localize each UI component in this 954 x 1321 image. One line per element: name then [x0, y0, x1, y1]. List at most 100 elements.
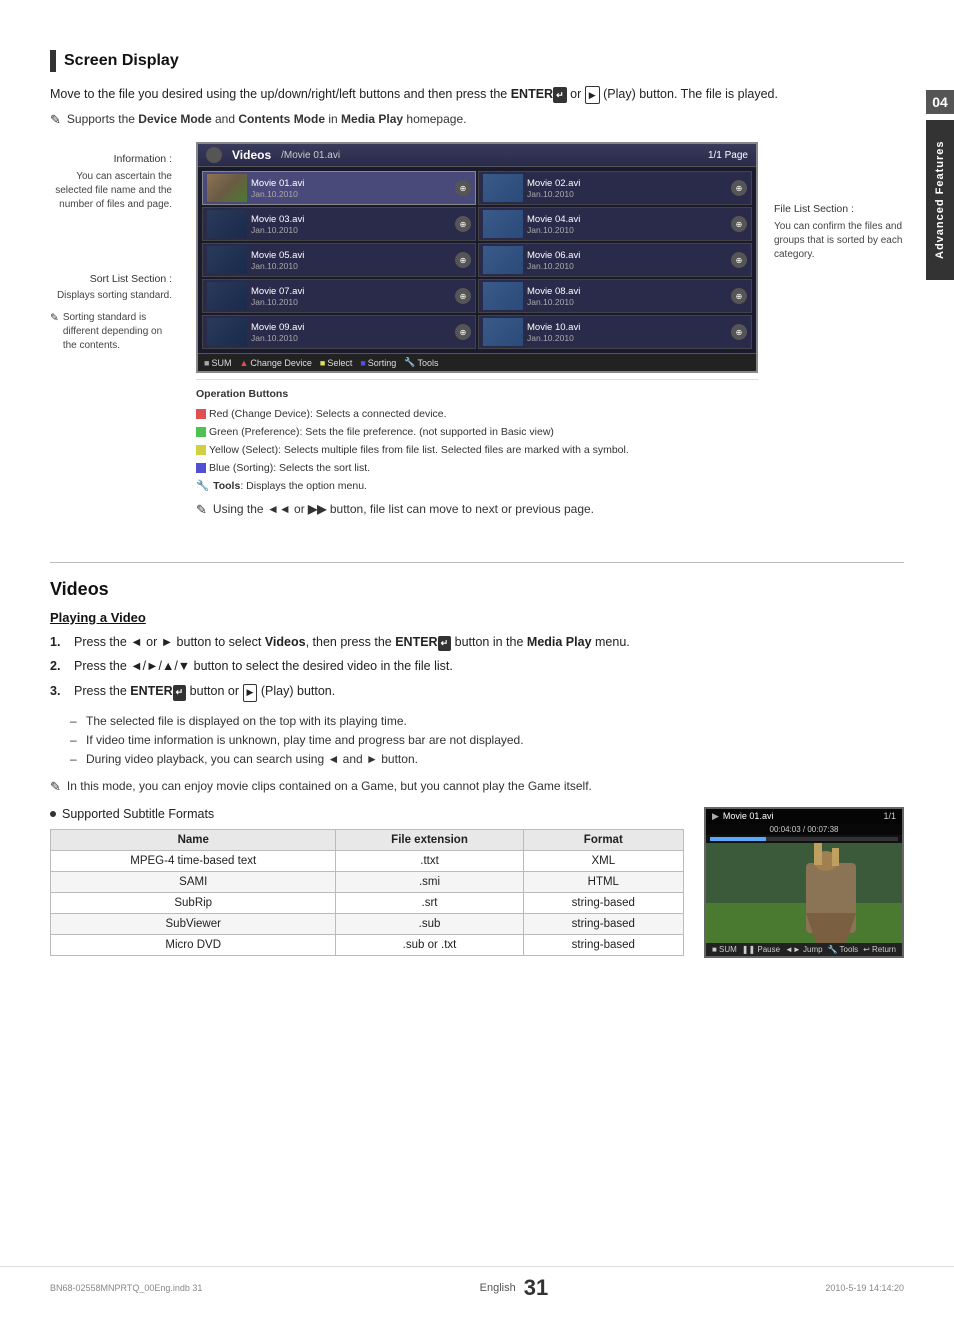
vb-sort-icon: ⊕ [455, 324, 471, 340]
vb-item-date: Jan.10.2010 [251, 261, 451, 271]
supports-note: ✎ Supports the Device Mode and Contents … [50, 112, 904, 128]
vb-item-name: Movie 01.avi [251, 178, 451, 189]
vp-return: ↩ Return [863, 945, 896, 954]
sort-desc: Displays sorting standard. [50, 289, 172, 303]
vb-item-date: Jan.10.2010 [251, 225, 451, 235]
bullet-2: If video time information is unknown, pl… [70, 731, 904, 750]
file-list-label-block: File List Section : You can confirm the … [774, 202, 904, 262]
cell: .ttxt [336, 850, 523, 871]
intro-paragraph: Move to the file you desired using the u… [50, 84, 904, 104]
vb-item-date: Jan.10.2010 [527, 225, 727, 235]
info-label-block: Information : You can ascertain the sele… [50, 152, 180, 212]
vb-footer: ■ SUM ▲ Change Device ■ Select ■ Sorting [198, 353, 756, 371]
vb-item-date: Jan.10.2010 [527, 297, 727, 307]
vb-item-name: Movie 10.avi [527, 322, 727, 333]
vb-sort-icon: ⊕ [455, 216, 471, 232]
vb-item-info: Movie 04.avi Jan.10.2010 [527, 214, 727, 235]
vp-time-display: 00:04:03 / 00:07:38 [706, 824, 902, 835]
vb-item[interactable]: Movie 01.avi Jan.10.2010 ⊕ [202, 171, 476, 205]
vb-header: Videos /Movie 01.avi 1/1 Page [198, 144, 756, 167]
cell: SubRip [51, 892, 336, 913]
step-2: 2. Press the ◄/►/▲/▼ button to select th… [50, 657, 904, 676]
vb-item[interactable]: Movie 10.avi Jan.10.2010 ⊕ [478, 315, 752, 349]
cell: Micro DVD [51, 934, 336, 955]
note-icon-3: ✎ [50, 777, 61, 797]
vb-item-info: Movie 03.avi Jan.10.2010 [251, 214, 451, 235]
screen-display-heading: Screen Display [50, 50, 904, 72]
cell: SubViewer [51, 913, 336, 934]
vb-item-name: Movie 06.avi [527, 250, 727, 261]
vb-item-info: Movie 06.avi Jan.10.2010 [527, 250, 727, 271]
vb-footer-tools[interactable]: 🔧 Tools [404, 357, 438, 368]
vb-item[interactable]: Movie 04.avi Jan.10.2010 ⊕ [478, 207, 752, 241]
vb-thumb [483, 318, 523, 346]
vb-item-info: Movie 01.avi Jan.10.2010 [251, 178, 451, 199]
green-square [196, 427, 206, 437]
vb-footer-change[interactable]: ▲ Change Device [239, 357, 311, 368]
op-blue: Blue (Sorting): Selects the sort list. [196, 460, 758, 478]
vb-item-info: Movie 07.avi Jan.10.2010 [251, 286, 451, 307]
vb-thumb [207, 174, 247, 202]
bullet-list: The selected file is displayed on the to… [70, 712, 904, 770]
vb-thumb [483, 246, 523, 274]
footer-file: BN68-02558MNPRTQ_00Eng.indb 31 [50, 1283, 202, 1293]
cell: MPEG-4 time-based text [51, 850, 336, 871]
cell: XML [523, 850, 683, 871]
cell: SAMI [51, 871, 336, 892]
vb-header-icon [206, 147, 222, 163]
vb-footer-select[interactable]: ■ Select [320, 357, 352, 368]
step-3: 3. Press the ENTER↵ button or ▶ (Play) b… [50, 682, 904, 702]
blue-square [196, 463, 206, 473]
vb-footer-sorting[interactable]: ■ Sorting [360, 357, 396, 368]
vb-item-name: Movie 09.avi [251, 322, 451, 333]
vb-item[interactable]: Movie 07.avi Jan.10.2010 ⊕ [202, 279, 476, 313]
op-red: Red (Change Device): Selects a connected… [196, 406, 758, 424]
vb-item[interactable]: Movie 02.avi Jan.10.2010 ⊕ [478, 171, 752, 205]
section-divider [50, 562, 904, 563]
subtitle-heading: Supported Subtitle Formats [50, 807, 684, 821]
vb-item-name: Movie 07.avi [251, 286, 451, 297]
vp-pause: ❚❚ Pause [742, 945, 780, 954]
vb-sort-icon: ⊕ [731, 252, 747, 268]
diagram-area: Information : You can ascertain the sele… [50, 142, 904, 541]
footer-right: English 31 [480, 1275, 549, 1301]
sort-note-icon: ✎ [50, 311, 59, 353]
vb-item[interactable]: Movie 05.avi Jan.10.2010 ⊕ [202, 243, 476, 277]
vb-page: 1/1 Page [708, 150, 748, 161]
diagram-center: Videos /Movie 01.avi 1/1 Page Movie 01.a… [196, 142, 758, 541]
col-extension: File extension [336, 829, 523, 850]
subtitle-table: Name File extension Format MPEG-4 time-b… [50, 829, 684, 956]
english-label: English [480, 1282, 516, 1294]
vb-item-name: Movie 03.avi [251, 214, 451, 225]
footer-date: 2010-5-19 14:14:20 [825, 1283, 904, 1293]
vb-item-info: Movie 10.avi Jan.10.2010 [527, 322, 727, 343]
vp-tools: 🔧 Tools [827, 945, 858, 954]
op-green: Green (Preference): Sets the file prefer… [196, 424, 758, 442]
bullet-1: The selected file is displayed on the to… [70, 712, 904, 731]
sort-label: Sort List Section : [50, 272, 172, 287]
right-labels: File List Section : You can confirm the … [774, 142, 904, 541]
videos-heading: Videos [50, 579, 904, 600]
bullet-dot [50, 811, 56, 817]
vb-sort-icon: ⊕ [731, 216, 747, 232]
vb-item[interactable]: Movie 06.avi Jan.10.2010 ⊕ [478, 243, 752, 277]
vb-item[interactable]: Movie 03.avi Jan.10.2010 ⊕ [202, 207, 476, 241]
step-1: 1. Press the ◄ or ► button to select Vid… [50, 633, 904, 652]
table-section: Supported Subtitle Formats Name File ext… [50, 807, 684, 958]
col-format: Format [523, 829, 683, 850]
vb-item-info: Movie 08.avi Jan.10.2010 [527, 286, 727, 307]
red-square [196, 409, 206, 419]
vp-video-frame [706, 843, 902, 943]
cell: string-based [523, 892, 683, 913]
side-tab-number: 04 [926, 90, 954, 114]
video-browser: Videos /Movie 01.avi 1/1 Page Movie 01.a… [196, 142, 758, 373]
vb-item[interactable]: Movie 09.avi Jan.10.2010 ⊕ [202, 315, 476, 349]
vb-item[interactable]: Movie 08.avi Jan.10.2010 ⊕ [478, 279, 752, 313]
op-note: ✎ Using the ◄◄ or ▶▶ button, file list c… [196, 499, 758, 521]
sort-note: Sorting standard is different depending … [63, 311, 172, 353]
cell: .sub or .txt [336, 934, 523, 955]
vb-item-name: Movie 02.avi [527, 178, 727, 189]
vb-sort-icon: ⊕ [455, 252, 471, 268]
note-icon: ✎ [50, 112, 61, 128]
game-note: ✎ In this mode, you can enjoy movie clip… [50, 777, 904, 797]
